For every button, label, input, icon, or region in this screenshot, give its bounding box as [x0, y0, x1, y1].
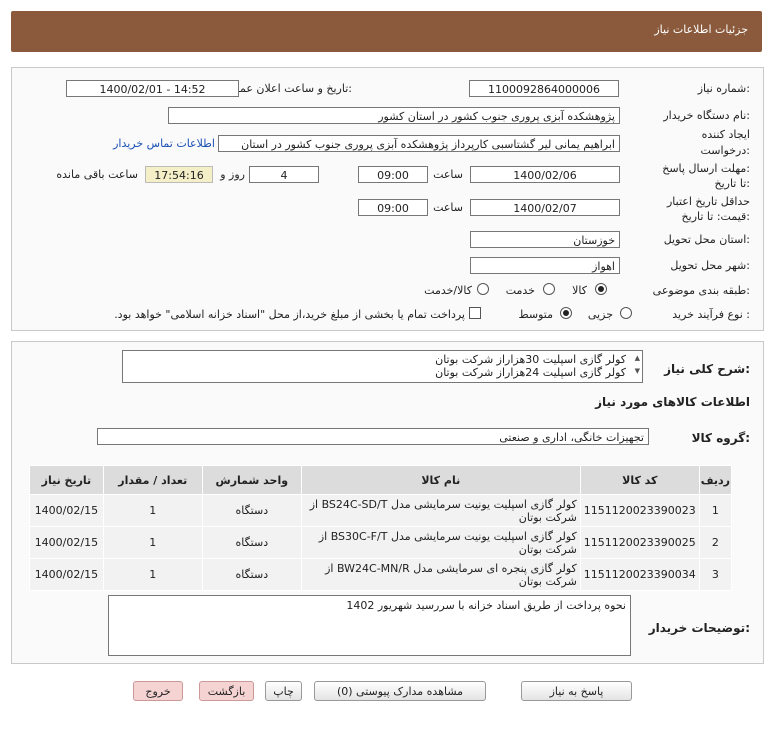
purchase-medium-radio[interactable]: [560, 307, 572, 319]
purchase-minor-label: جزیی: [587, 308, 613, 321]
treasury-payment-note: پرداخت تمام یا بخشی از مبلغ خرید،از محل …: [114, 308, 465, 321]
buyer-contact-link[interactable]: اطلاعات تماس خریدار: [113, 137, 215, 150]
validity-time-label: ساعت: [433, 201, 463, 214]
cell-name: کولر گازی پنجره ای سرمایشی مدل BW24C-MN/…: [300, 558, 581, 591]
category-goods-service-label: کالا/خدمت: [424, 284, 472, 297]
col-date: تاریخ نیاز: [29, 465, 104, 495]
cell-unit: دستگاه: [201, 494, 302, 527]
print-button[interactable]: چاپ: [265, 681, 302, 701]
cell-code: 1151120023390023: [579, 494, 700, 527]
category-goods-radio[interactable]: [595, 283, 607, 295]
buyer-field: پژوهشکده آبزی پروری جنوب کشور در استان ک…: [168, 107, 620, 124]
deadline-label-1: مهلت ارسال پاسخ:: [662, 162, 750, 175]
cell-unit: دستگاه: [201, 558, 302, 591]
cell-code: 1151120023390025: [579, 526, 700, 559]
treasury-payment-checkbox[interactable]: [469, 307, 481, 319]
buyer-notes-text: نحوه پرداخت از طریق اسناد خزانه با سررسی…: [346, 599, 626, 612]
province-field: خوزستان: [470, 231, 620, 248]
province-label: استان محل تحویل:: [663, 233, 750, 246]
cell-row: 1: [698, 494, 733, 527]
scroll-arrows-icon[interactable]: ▲ ▼: [635, 352, 640, 378]
announce-date-label: تاریخ و ساعت اعلان عمومی:: [219, 82, 352, 95]
cell-code: 1151120023390034: [579, 558, 700, 591]
cell-qty: 1: [102, 494, 203, 527]
validity-label-2: قیمت: تا تاریخ:: [681, 210, 750, 223]
deadline-time-field: 09:00: [358, 166, 428, 183]
cell-unit: دستگاه: [201, 526, 302, 559]
cell-date: 1400/02/15: [29, 558, 104, 591]
cell-name: کولر گازی اسپلیت یونیت سرمایشی مدل BS24C…: [300, 494, 581, 527]
validity-time-field: 09:00: [358, 199, 428, 216]
purchase-type-label: نوع فرآیند خرید :: [672, 308, 750, 321]
category-label: طبقه بندی موضوعی:: [652, 284, 750, 297]
need-number-field: 1100092864000006: [469, 80, 619, 97]
days-remaining-field: 4: [249, 166, 319, 183]
summary-label: شرح کلی نیاز:: [664, 362, 750, 376]
deadline-date-field: 1400/02/06: [470, 166, 620, 183]
col-unit: واحد شمارش: [201, 465, 302, 495]
table-row: 3 1151120023390034 کولر گازی پنجره ای سر…: [29, 558, 733, 591]
summary-textarea[interactable]: کولر گازی اسپلیت 30هزاراز شرکت بوتان کول…: [122, 350, 643, 383]
cell-date: 1400/02/15: [29, 526, 104, 559]
cell-qty: 1: [102, 526, 203, 559]
city-field: اهواز: [470, 257, 620, 274]
purchase-minor-radio[interactable]: [620, 307, 632, 319]
need-number-label: شماره نیاز:: [697, 82, 750, 95]
goods-section-title: اطلاعات کالاهای مورد نیاز: [595, 395, 750, 409]
creator-label-2: درخواست:: [700, 144, 751, 157]
page-header: جزئیات اطلاعات نیاز: [11, 11, 762, 52]
category-service-label: خدمت: [505, 284, 535, 297]
col-code: کد کالا: [579, 465, 700, 495]
col-row: ردیف: [698, 465, 733, 495]
creator-label-1: ایجاد کننده: [701, 128, 750, 141]
back-button[interactable]: بازگشت: [199, 681, 254, 701]
validity-date-field: 1400/02/07: [470, 199, 620, 216]
cell-date: 1400/02/15: [29, 494, 104, 527]
goods-table: ردیف کد کالا نام کالا واحد شمارش تعداد /…: [29, 465, 733, 591]
reply-button[interactable]: پاسخ به نیاز: [521, 681, 632, 701]
col-name: نام کالا: [300, 465, 581, 495]
deadline-time-label: ساعت: [433, 168, 463, 181]
cell-name: کولر گازی اسپلیت یونیت سرمایشی مدل BS30C…: [300, 526, 581, 559]
view-attachments-button[interactable]: مشاهده مدارک پیوستی (0): [314, 681, 486, 701]
days-label: روز و: [220, 168, 245, 181]
col-qty: تعداد / مقدار: [102, 465, 203, 495]
table-row: 2 1151120023390025 کولر گازی اسپلیت یونی…: [29, 526, 733, 559]
remaining-time-label: ساعت باقی مانده: [56, 168, 138, 181]
summary-line-1: کولر گازی اسپلیت 30هزاراز شرکت بوتان: [435, 353, 626, 366]
deadline-label-2: تا تاریخ:: [714, 177, 750, 190]
cell-row: 3: [698, 558, 733, 591]
table-header-row: ردیف کد کالا نام کالا واحد شمارش تعداد /…: [29, 465, 733, 495]
category-service-radio[interactable]: [543, 283, 555, 295]
category-goods-service-radio[interactable]: [477, 283, 489, 295]
page-title: جزئیات اطلاعات نیاز: [654, 23, 748, 36]
city-label: شهر محل تحویل:: [670, 259, 750, 272]
buyer-notes-box: نحوه پرداخت از طریق اسناد خزانه با سررسی…: [108, 595, 631, 656]
creator-field: ابراهیم یمانی لیر گشتاسبی کارپرداز پژوهش…: [218, 135, 620, 152]
purchase-medium-label: متوسط: [518, 308, 553, 321]
table-row: 1 1151120023390023 کولر گازی اسپلیت یونی…: [29, 494, 733, 527]
goods-group-label: گروه کالا:: [691, 431, 750, 445]
buyer-label: نام دستگاه خریدار:: [663, 109, 750, 122]
validity-label-1: حداقل تاریخ اعتبار: [666, 195, 750, 208]
buyer-notes-label: توضیحات خریدار:: [648, 621, 750, 635]
remaining-time-field: 17:54:16: [145, 166, 213, 183]
summary-line-2: کولر گازی اسپلیت 24هزاراز شرکت بوتان: [435, 366, 626, 379]
category-goods-label: کالا: [572, 284, 587, 297]
exit-button[interactable]: خروج: [133, 681, 183, 701]
cell-row: 2: [698, 526, 733, 559]
goods-group-field: تجهیزات خانگی، اداری و صنعتی: [97, 428, 649, 445]
cell-qty: 1: [102, 558, 203, 591]
announce-date-field: 1400/02/01 - 14:52: [66, 80, 239, 97]
